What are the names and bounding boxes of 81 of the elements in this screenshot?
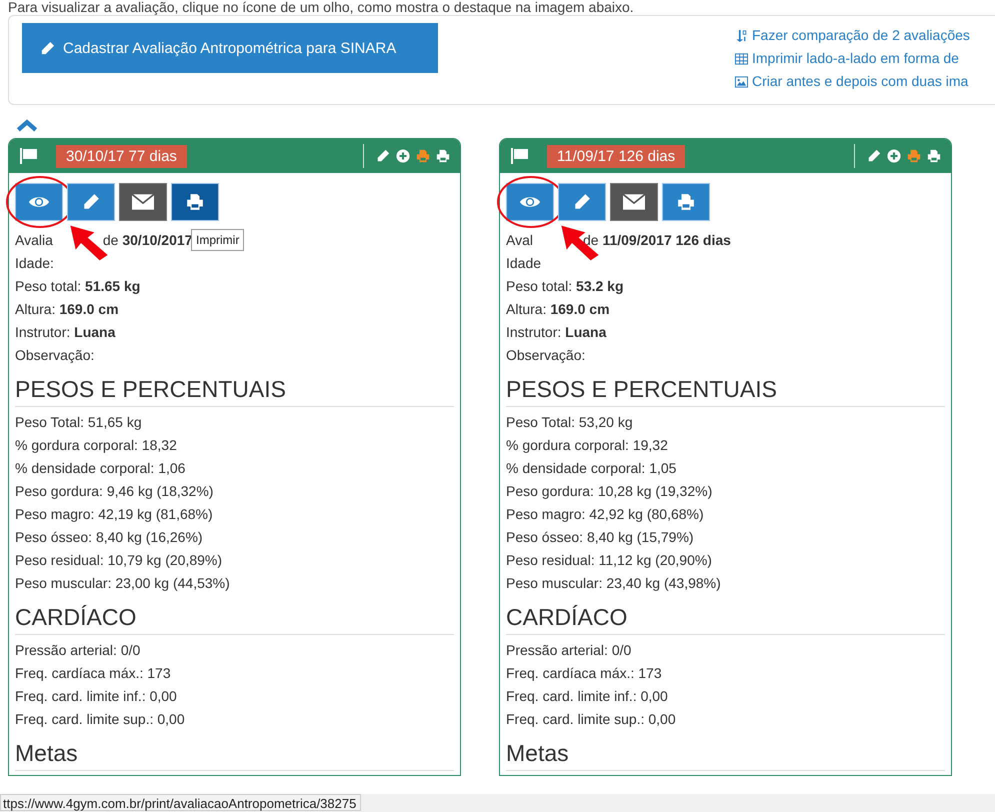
- info-text: Altura: 169.0 cm: [15, 300, 119, 319]
- section-title: PESOS E PERCENTUAIS: [15, 367, 454, 407]
- info-text: Peso total: 53.2 kg: [506, 277, 624, 296]
- date-tag: 30/10/17 77 dias: [56, 144, 187, 168]
- section-title: PESOS E PERCENTUAIS: [506, 367, 945, 407]
- measure-text: Freq. cardíaca máx.: 173: [506, 664, 663, 683]
- measure-text: % gordura corporal: 18,32: [15, 436, 178, 455]
- info-text: Altura: 169.0 cm: [506, 300, 610, 319]
- pencil-icon[interactable]: [867, 149, 881, 163]
- print-icon: [675, 193, 697, 211]
- envelope-icon: [623, 193, 645, 211]
- instruction-text: Para visualizar a avaliação, clique no ícone de um olho, como mostra o destaque na imagem abaixo.: [7, 0, 635, 15]
- email-button[interactable]: [610, 183, 658, 221]
- info-text: Idade: [506, 254, 542, 273]
- print-icon[interactable]: [436, 149, 450, 163]
- info-text: Observação:: [15, 346, 94, 365]
- tooltip: Imprimir: [191, 229, 244, 251]
- measure-text: % densidade corporal: 1,05: [506, 459, 678, 478]
- edit-button[interactable]: [558, 183, 606, 221]
- info-text: Instrutor: Luana: [15, 323, 116, 342]
- link[interactable]: Fazer comparação de 2 avaliações: [735, 26, 995, 45]
- info-text: Avalia: [15, 231, 53, 250]
- info-text: Idade:: [15, 254, 54, 273]
- image-icon: [735, 76, 748, 88]
- edit-button[interactable]: [67, 183, 115, 221]
- flag-icon: [20, 148, 38, 164]
- measure-text: Peso ósseo: 8,40 kg (15,79%): [506, 528, 695, 547]
- measure-text: Freq. card. limite sup.: 0,00: [15, 710, 186, 729]
- pencil-icon: [40, 40, 55, 56]
- register-assessment-button[interactable]: Cadastrar Avaliação Antropométrica para SINARA: [22, 23, 438, 73]
- link-text[interactable]: Imprimir lado-a-lado em forma de: [752, 49, 959, 68]
- measure-text: Peso residual: 10,79 kg (20,89%): [15, 551, 224, 570]
- plus-circle-icon[interactable]: [887, 149, 901, 163]
- section-title: CARDÍACO: [506, 595, 945, 635]
- measure-text: Peso gordura: 9,46 kg (18,32%): [15, 482, 214, 501]
- measure-text: % densidade corporal: 1,06: [15, 459, 186, 478]
- view-button[interactable]: [15, 183, 63, 221]
- print-icon[interactable]: [927, 149, 941, 163]
- flag-icon: [511, 148, 529, 164]
- pencil-icon[interactable]: [376, 149, 390, 163]
- view-button[interactable]: [506, 183, 554, 221]
- measure-text: Peso muscular: 23,00 kg (44,53%): [15, 574, 231, 593]
- print-button[interactable]: [171, 183, 219, 221]
- section-title: CARDÍACO: [15, 595, 454, 635]
- measure-text: Freq. card. limite inf.: 0,00: [15, 687, 178, 706]
- measure-text: Freq. card. limite inf.: 0,00: [506, 687, 669, 706]
- table-icon: [735, 52, 748, 64]
- sort-icon: [735, 30, 748, 42]
- link[interactable]: Imprimir lado-a-lado em forma de: [735, 49, 995, 68]
- link[interactable]: Criar antes e depois com duas ima: [735, 72, 995, 91]
- info-text: Observação:: [506, 346, 586, 365]
- link-text[interactable]: Criar antes e depois com duas ima: [752, 72, 968, 91]
- measure-text: Peso gordura: 10,28 kg (19,32%): [506, 482, 714, 501]
- date-tag: 11/09/17 126 dias: [547, 144, 686, 168]
- info-text: Aval: [506, 231, 533, 250]
- measure-text: Freq. cardíaca máx.: 173: [15, 664, 172, 683]
- info-text: Peso total: 51.65 kg: [15, 277, 140, 296]
- plus-circle-icon[interactable]: [396, 149, 410, 163]
- measure-text: Freq. card. limite sup.: 0,00: [506, 710, 677, 729]
- pointer-arrow: [560, 223, 600, 263]
- measure-text: Peso muscular: 23,40 kg (43,98%): [506, 574, 722, 593]
- email-button[interactable]: [119, 183, 167, 221]
- status-url: ttps://www.4gym.com.br/print/avaliacaoAntropometrica/38275: [0, 794, 362, 811]
- link-text[interactable]: Fazer comparação de 2 avaliações: [752, 26, 970, 45]
- section-title: Metas: [15, 731, 454, 771]
- measure-text: Peso Total: 53,20 kg: [506, 413, 634, 432]
- measure-text: Peso Total: 51,65 kg: [15, 413, 143, 432]
- chevron-up-icon[interactable]: [16, 119, 38, 132]
- envelope-icon: [132, 193, 154, 211]
- print-icon: [184, 193, 206, 211]
- print-button[interactable]: [662, 183, 710, 221]
- info-text: de 30/10/2017: [102, 231, 192, 250]
- measure-text: Peso ósseo: 8,40 kg (16,26%): [15, 528, 204, 547]
- section-title: Metas: [506, 731, 945, 771]
- measure-text: Peso magro: 42,92 kg (80,68%): [506, 505, 705, 524]
- measure-text: Pressão arterial: 0/0: [506, 641, 632, 660]
- measure-text: Pressão arterial: 0/0: [15, 641, 142, 660]
- measure-text: % gordura corporal: 19,32: [506, 436, 669, 455]
- measure-text: Peso magro: 42,19 kg (81,68%): [15, 505, 214, 524]
- measure-text: Peso residual: 11,12 kg (20,90%): [506, 551, 713, 570]
- info-text: Instrutor: Luana: [506, 323, 606, 342]
